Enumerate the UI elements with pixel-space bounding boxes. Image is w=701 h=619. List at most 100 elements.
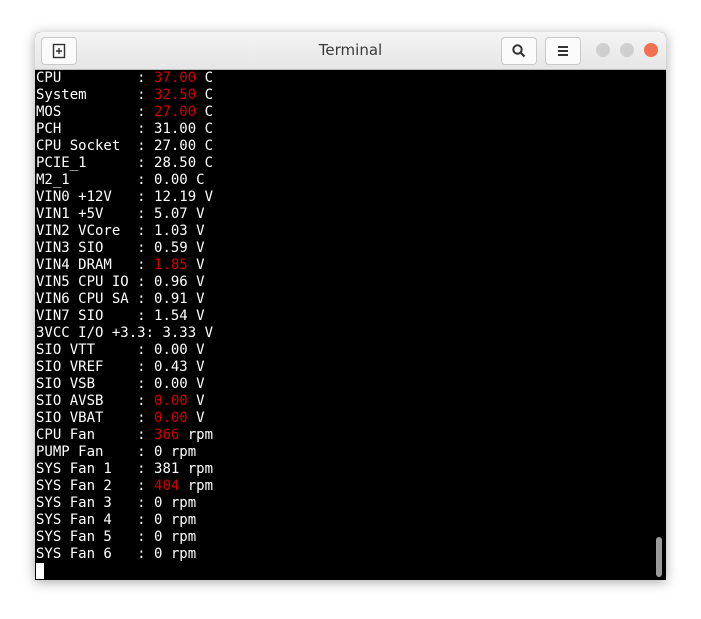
sensor-value: 1.85 bbox=[154, 257, 188, 273]
sensor-unit: rpm bbox=[162, 546, 197, 562]
sensor-value: 0.59 bbox=[154, 240, 188, 256]
sensor-value: 28.50 bbox=[154, 155, 197, 171]
sensor-label: CPU Fan : bbox=[36, 427, 155, 443]
sensor-unit: C bbox=[196, 121, 214, 137]
sensor-label: SIO AVSB : bbox=[36, 393, 155, 409]
sensor-value: 27.00 bbox=[154, 104, 197, 120]
sensor-line: SYS Fan 1 : 381 rpm bbox=[36, 461, 654, 478]
sensor-unit: C bbox=[196, 155, 214, 171]
sensor-unit: V bbox=[187, 393, 205, 409]
sensor-unit: V bbox=[187, 240, 205, 256]
sensor-value: 1.54 bbox=[154, 308, 188, 324]
sensor-value: 404 bbox=[154, 478, 180, 494]
sensor-value: 0.91 bbox=[154, 291, 188, 307]
scrollbar[interactable] bbox=[653, 70, 666, 580]
sensor-line: M2_1 : 0.00 C bbox=[36, 172, 654, 189]
sensor-label: CPU : bbox=[36, 70, 155, 86]
sensor-value: 37.00 bbox=[154, 70, 197, 86]
sensor-unit: V bbox=[187, 206, 205, 222]
sensor-value: 366 bbox=[154, 427, 180, 443]
sensor-line: SYS Fan 2 : 404 rpm bbox=[36, 478, 654, 495]
search-button[interactable] bbox=[501, 37, 537, 65]
sensor-line: SIO VTT : 0.00 V bbox=[36, 342, 654, 359]
sensor-value: 0.96 bbox=[154, 274, 188, 290]
sensor-line: VIN2 VCore : 1.03 V bbox=[36, 223, 654, 240]
sensor-line: SIO VREF : 0.43 V bbox=[36, 359, 654, 376]
terminal-window: Terminal CPU : 37.00 C System : 32.50 C MO… bbox=[35, 32, 666, 580]
sensor-line: VIN1 +5V : 5.07 V bbox=[36, 206, 654, 223]
sensor-line: SIO AVSB : 0.00 V bbox=[36, 393, 654, 410]
sensor-label: SYS Fan 4 : bbox=[36, 512, 155, 528]
sensor-label: SYS Fan 6 : bbox=[36, 546, 155, 562]
sensor-unit: C bbox=[196, 138, 214, 154]
sensor-label: SYS Fan 5 : bbox=[36, 529, 155, 545]
sensor-unit: V bbox=[187, 410, 205, 426]
sensor-line: SYS Fan 6 : 0 rpm bbox=[36, 546, 654, 563]
search-icon bbox=[512, 44, 526, 58]
sensor-label: PCH : bbox=[36, 121, 155, 137]
sensor-value: 12.19 bbox=[154, 189, 197, 205]
sensor-line: VIN4 DRAM : 1.85 V bbox=[36, 257, 654, 274]
sensor-value: 5.07 bbox=[154, 206, 188, 222]
sensor-label: VIN3 SIO : bbox=[36, 240, 155, 256]
sensor-line: PUMP Fan : 0 rpm bbox=[36, 444, 654, 461]
terminal-output[interactable]: CPU : 37.00 C System : 32.50 C MOS : 27.00… bbox=[35, 70, 654, 580]
sensor-unit: rpm bbox=[179, 461, 214, 477]
sensor-unit: V bbox=[187, 291, 205, 307]
scrollbar-thumb[interactable] bbox=[656, 537, 662, 577]
text-cursor bbox=[36, 563, 44, 579]
sensor-value: 0.00 bbox=[154, 376, 188, 392]
sensor-line: CPU : 37.00 C bbox=[36, 70, 654, 87]
sensor-label: PUMP Fan : bbox=[36, 444, 155, 460]
sensor-unit: rpm bbox=[179, 427, 214, 443]
sensor-unit: V bbox=[196, 189, 214, 205]
sensor-unit: rpm bbox=[179, 478, 214, 494]
sensor-unit: V bbox=[187, 359, 205, 375]
sensor-value: 31.00 bbox=[154, 121, 197, 137]
sensor-label: VIN5 CPU IO : bbox=[36, 274, 155, 290]
sensor-value: 1.03 bbox=[154, 223, 188, 239]
sensor-value: 27.00 bbox=[154, 138, 197, 154]
sensor-label: VIN7 SIO : bbox=[36, 308, 155, 324]
sensor-unit: V bbox=[187, 376, 205, 392]
sensor-unit: V bbox=[187, 308, 205, 324]
sensor-value: 0.00 bbox=[154, 410, 188, 426]
sensor-value: 0.43 bbox=[154, 359, 188, 375]
sensor-label: PCIE_1 : bbox=[36, 155, 155, 171]
sensor-unit: V bbox=[187, 342, 205, 358]
sensor-label: MOS : bbox=[36, 104, 155, 120]
sensor-line: VIN5 CPU IO : 0.96 V bbox=[36, 274, 654, 291]
sensor-line: VIN7 SIO : 1.54 V bbox=[36, 308, 654, 325]
close-button[interactable] bbox=[644, 43, 658, 57]
hamburger-menu-icon bbox=[558, 46, 568, 56]
sensor-unit: rpm bbox=[162, 512, 197, 528]
sensor-unit: rpm bbox=[162, 529, 197, 545]
sensor-value: 0.00 bbox=[154, 393, 188, 409]
sensor-unit: C bbox=[196, 104, 214, 120]
sensor-value: 0.00 bbox=[154, 342, 188, 358]
minimize-button[interactable] bbox=[596, 43, 610, 57]
sensor-line: SIO VSB : 0.00 V bbox=[36, 376, 654, 393]
sensor-line: CPU Socket : 27.00 C bbox=[36, 138, 654, 155]
sensor-value: 381 bbox=[154, 461, 180, 477]
menu-button[interactable] bbox=[545, 37, 581, 65]
sensor-line: System : 32.50 C bbox=[36, 87, 654, 104]
sensor-value: 32.50 bbox=[154, 87, 197, 103]
sensor-label: 3VCC I/O +3.3: bbox=[36, 325, 163, 341]
maximize-button[interactable] bbox=[620, 43, 634, 57]
sensor-line: VIN3 SIO : 0.59 V bbox=[36, 240, 654, 257]
sensor-label: VIN6 CPU SA : bbox=[36, 291, 155, 307]
prompt-line bbox=[36, 563, 654, 580]
sensor-label: SIO VREF : bbox=[36, 359, 155, 375]
sensor-line: PCH : 31.00 C bbox=[36, 121, 654, 138]
sensor-line: MOS : 27.00 C bbox=[36, 104, 654, 121]
sensor-unit: V bbox=[187, 274, 205, 290]
sensor-unit: rpm bbox=[162, 444, 197, 460]
sensor-label: SIO VSB : bbox=[36, 376, 155, 392]
sensor-line: SIO VBAT : 0.00 V bbox=[36, 410, 654, 427]
sensor-value: 0.00 bbox=[154, 172, 188, 188]
sensor-line: SYS Fan 5 : 0 rpm bbox=[36, 529, 654, 546]
sensor-label: VIN2 VCore : bbox=[36, 223, 155, 239]
sensor-line: 3VCC I/O +3.3: 3.33 V bbox=[36, 325, 654, 342]
sensor-label: SIO VTT : bbox=[36, 342, 155, 358]
